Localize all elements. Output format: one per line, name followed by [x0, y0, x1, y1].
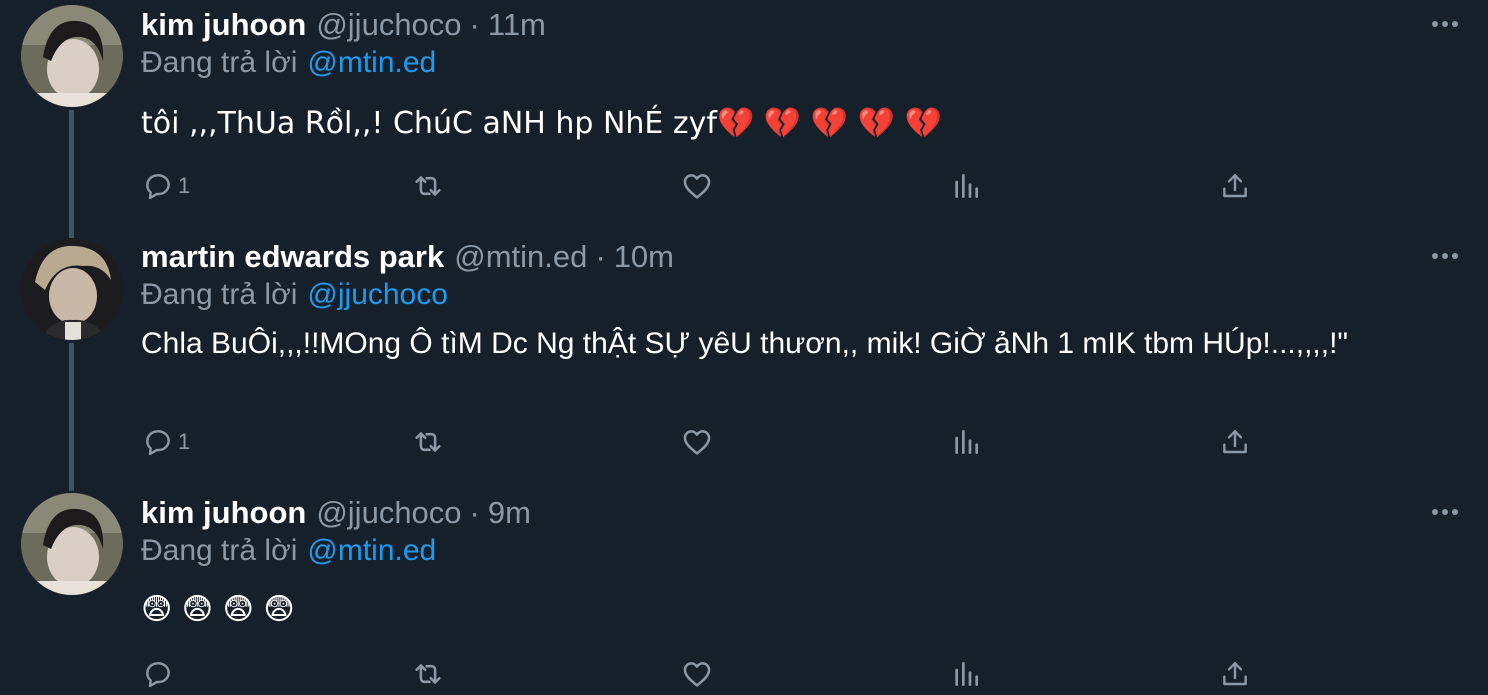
- reply-button[interactable]: 1: [142, 166, 190, 206]
- like-icon: [680, 425, 714, 459]
- share-icon: [1219, 426, 1251, 458]
- analytics-button[interactable]: [950, 166, 982, 206]
- analytics-icon: [950, 426, 982, 458]
- reply-button[interactable]: 1: [142, 422, 190, 462]
- retweet-button[interactable]: [411, 166, 445, 206]
- tweet[interactable]: kim juhoon @jjuchoco · 11m Đang trả lời @mti…: [0, 0, 1488, 230]
- retweet-button[interactable]: [411, 654, 445, 694]
- tweet-actions: 1: [0, 166, 1488, 206]
- replying-to: Đang trả lời @mtin.ed: [141, 528, 436, 574]
- retweet-button[interactable]: [411, 422, 445, 462]
- user-handle[interactable]: @jjuchoco: [316, 7, 461, 42]
- user-handle[interactable]: @jjuchoco: [316, 495, 461, 530]
- reply-button[interactable]: [142, 654, 178, 694]
- avatar[interactable]: [21, 5, 123, 107]
- analytics-button[interactable]: [950, 654, 982, 694]
- more-icon[interactable]: [1430, 246, 1460, 266]
- retweet-icon: [411, 425, 445, 459]
- tweet-actions: 1: [0, 422, 1488, 462]
- display-name[interactable]: kim juhoon: [141, 495, 306, 530]
- share-icon: [1219, 658, 1251, 690]
- like-button[interactable]: [680, 654, 714, 694]
- tweet-actions: [0, 654, 1488, 694]
- avatar-image: [21, 238, 123, 340]
- display-name[interactable]: kim juhoon: [141, 7, 306, 42]
- reply-icon: [142, 170, 174, 202]
- share-button[interactable]: [1219, 422, 1251, 462]
- display-name[interactable]: martin edwards park: [141, 239, 444, 274]
- retweet-icon: [411, 657, 445, 691]
- tweet-text: Chla BuÔi,,,!!MOng Ô tìM Dc Ng thẬt SỰ y…: [141, 327, 1349, 360]
- share-button[interactable]: [1219, 166, 1251, 206]
- share-icon: [1219, 170, 1251, 202]
- timestamp[interactable]: 10m: [614, 239, 674, 274]
- like-icon: [680, 657, 714, 691]
- avatar-image: [21, 5, 123, 107]
- reply-count: 1: [178, 429, 191, 454]
- replying-label: Đang trả lời: [141, 534, 298, 567]
- like-icon: [680, 169, 714, 203]
- tweet-text: 😨 😨 😨 😨: [141, 592, 295, 627]
- user-handle[interactable]: @mtin.ed: [454, 239, 587, 274]
- separator: ·: [469, 495, 480, 530]
- analytics-button[interactable]: [950, 422, 982, 462]
- tweet[interactable]: kim juhoon @jjuchoco · 9m Đang trả lời @mtin…: [0, 488, 1488, 695]
- tweet[interactable]: martin edwards park @mtin.ed · 10m Đang trả…: [0, 232, 1488, 482]
- replying-to: Đang trả lời @mtin.ed: [141, 40, 436, 86]
- separator: ·: [595, 239, 606, 274]
- like-button[interactable]: [680, 422, 714, 462]
- more-icon[interactable]: [1430, 502, 1460, 522]
- tweet-thread: kim juhoon @jjuchoco · 11m Đang trả lời @mti…: [0, 0, 1488, 695]
- replying-label: Đang trả lời: [141, 46, 298, 79]
- avatar[interactable]: [21, 493, 123, 595]
- retweet-icon: [411, 169, 445, 203]
- reply-icon: [142, 426, 174, 458]
- tweet-text: tôi ,,,ThUa Rồl,,! ChúC aNH hp NhÉ zyf💔 …: [141, 106, 942, 141]
- mention-link[interactable]: @mtin.ed: [307, 534, 436, 567]
- more-icon[interactable]: [1430, 14, 1460, 34]
- separator: ·: [469, 7, 480, 42]
- analytics-icon: [950, 658, 982, 690]
- reply-icon: [142, 658, 174, 690]
- mention-link[interactable]: @mtin.ed: [307, 46, 436, 79]
- timestamp[interactable]: 9m: [488, 495, 531, 530]
- share-button[interactable]: [1219, 654, 1251, 694]
- reply-count: 1: [178, 173, 191, 198]
- replying-to: Đang trả lời @jjuchoco: [141, 272, 448, 318]
- mention-link[interactable]: @jjuchoco: [307, 278, 448, 311]
- like-button[interactable]: [680, 166, 714, 206]
- timestamp[interactable]: 11m: [488, 7, 546, 42]
- avatar-image: [21, 493, 123, 595]
- analytics-icon: [950, 170, 982, 202]
- replying-label: Đang trả lời: [141, 278, 298, 311]
- avatar[interactable]: [21, 238, 123, 340]
